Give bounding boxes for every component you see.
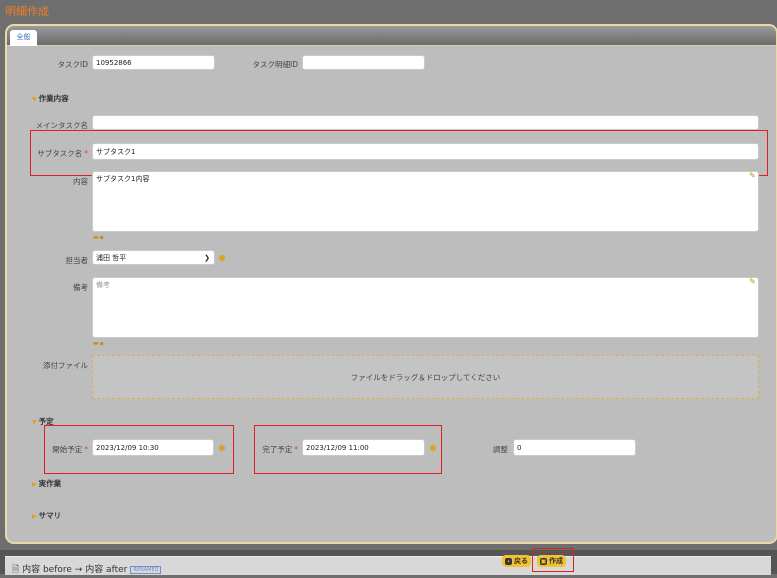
section-work-label: 作業内容 bbox=[38, 94, 69, 103]
section-work[interactable]: ▼ 作業内容 bbox=[32, 93, 69, 104]
section-actual[interactable]: ▶ 実作業 bbox=[32, 478, 61, 489]
assignee-label: 担当者 bbox=[65, 256, 89, 265]
adjust-label: 調整 bbox=[493, 445, 508, 454]
required-mark: * bbox=[84, 149, 88, 158]
caret-right-icon: ▶ bbox=[32, 513, 37, 520]
start-label: 開始予定 * bbox=[48, 444, 88, 455]
change-notice: 🗎 内容 before → 内容 after RENAMED bbox=[12, 562, 162, 578]
create-button[interactable]: ▣ 作成 bbox=[537, 555, 566, 567]
task-id-field[interactable]: 10952866 bbox=[92, 55, 215, 70]
assignee-select[interactable]: 浦田 哲平 ❯ bbox=[92, 250, 215, 265]
tab-general[interactable]: 全般 bbox=[10, 30, 37, 46]
back-icon: ‹ bbox=[505, 557, 512, 565]
task-detail-id-label: タスク明細ID bbox=[252, 60, 299, 69]
create-button-label: 作成 bbox=[549, 557, 563, 565]
pencil-icon[interactable]: ✎ bbox=[749, 277, 756, 286]
content-label: 内容 bbox=[73, 177, 88, 186]
required-mark: * bbox=[84, 445, 88, 454]
resize-icons[interactable]: ▬▪ bbox=[93, 234, 105, 241]
caret-down-icon: ▼ bbox=[32, 419, 37, 426]
start-datetime-field[interactable]: 2023/12/09 10:30 bbox=[92, 439, 214, 456]
page-title: 明細作成 bbox=[5, 5, 49, 18]
adjust-field[interactable]: 0 bbox=[513, 439, 636, 456]
sub-task-field[interactable]: サブタスク1 bbox=[92, 143, 759, 160]
end-label: 完了予定 * bbox=[258, 444, 298, 455]
caret-right-icon: ▶ bbox=[32, 481, 37, 488]
end-datetime-field[interactable]: 2023/12/09 11:00 bbox=[302, 439, 425, 456]
remarks-textarea[interactable]: 備考 bbox=[92, 277, 759, 338]
assignee-info-icon[interactable] bbox=[219, 255, 225, 261]
tab-strip: 全般 bbox=[7, 26, 776, 46]
calendar-icon[interactable] bbox=[430, 445, 436, 451]
file-dropzone[interactable]: ファイルをドラッグ＆ドロップしてください bbox=[92, 355, 759, 399]
assignee-value: 浦田 哲平 bbox=[96, 254, 127, 262]
save-icon: ▣ bbox=[540, 557, 547, 565]
renamed-badge: RENAMED bbox=[130, 565, 162, 574]
attachment-label: 添付ファイル bbox=[43, 361, 88, 370]
required-mark: * bbox=[294, 445, 298, 454]
task-detail-id-field[interactable] bbox=[302, 55, 425, 70]
task-id-label: タスクID bbox=[57, 60, 89, 69]
caret-down-icon: ▼ bbox=[32, 96, 37, 103]
back-button[interactable]: ‹ 戻る bbox=[502, 555, 531, 567]
sub-task-label: サブタスク名 * bbox=[20, 148, 88, 159]
section-summary-label: サマリ bbox=[38, 511, 62, 520]
chevron-down-icon: ❯ bbox=[204, 254, 210, 262]
resize-icons[interactable]: ▬▪ bbox=[93, 340, 105, 347]
start-label-text: 開始予定 bbox=[52, 445, 83, 454]
end-label-text: 完了予定 bbox=[262, 445, 293, 454]
pencil-icon[interactable]: ✎ bbox=[749, 171, 756, 180]
sub-task-label-text: サブタスク名 bbox=[37, 149, 83, 158]
section-actual-label: 実作業 bbox=[38, 479, 62, 488]
remarks-label: 備考 bbox=[73, 283, 88, 292]
calendar-icon[interactable] bbox=[219, 445, 225, 451]
section-summary[interactable]: ▶ サマリ bbox=[32, 510, 61, 521]
back-button-label: 戻る bbox=[514, 557, 528, 565]
main-task-field[interactable] bbox=[92, 115, 759, 130]
content-textarea[interactable]: サブタスク1内容 bbox=[92, 171, 759, 232]
